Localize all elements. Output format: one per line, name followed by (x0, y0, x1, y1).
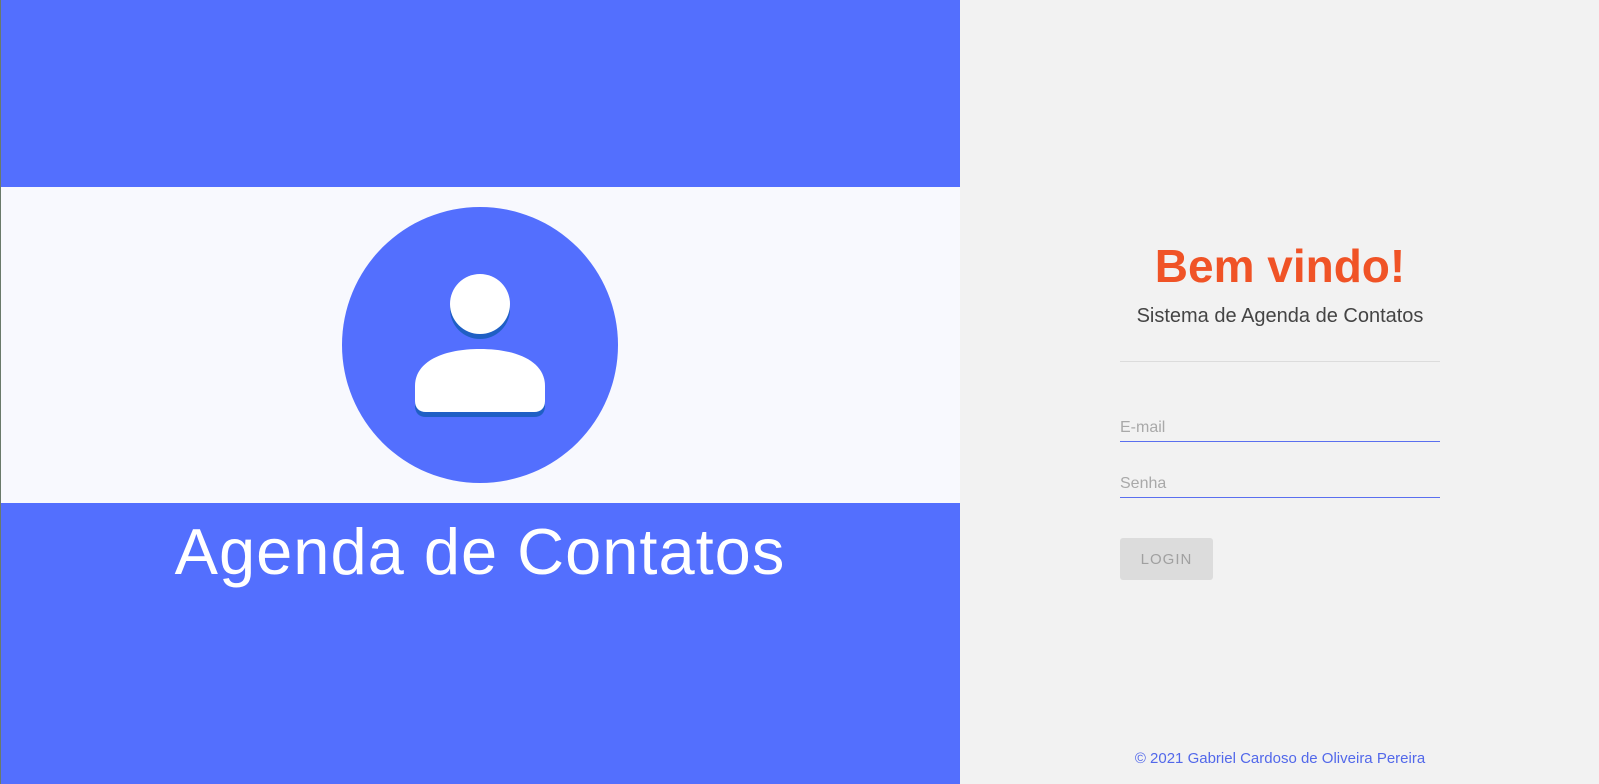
welcome-heading: Bem vindo! (1154, 240, 1406, 292)
login-button[interactable]: LOGIN (1120, 538, 1213, 580)
divider (1120, 361, 1440, 362)
brand-panel: Agenda de Contatos (0, 0, 960, 784)
copyright-footer: © 2021 Gabriel Cardoso de Oliveira Perei… (1134, 750, 1426, 767)
login-panel: Bem vindo! Sistema de Agenda de Contatos… (960, 0, 1599, 784)
system-subtitle: Sistema de Agenda de Contatos (1136, 305, 1424, 327)
contacts-person-icon (342, 207, 618, 483)
login-page: Agenda de Contatos Bem vindo! Sistema de… (0, 0, 1599, 784)
password-field[interactable] (1120, 470, 1440, 498)
email-field[interactable] (1120, 414, 1440, 442)
app-title: Agenda de Contatos (174, 515, 786, 588)
